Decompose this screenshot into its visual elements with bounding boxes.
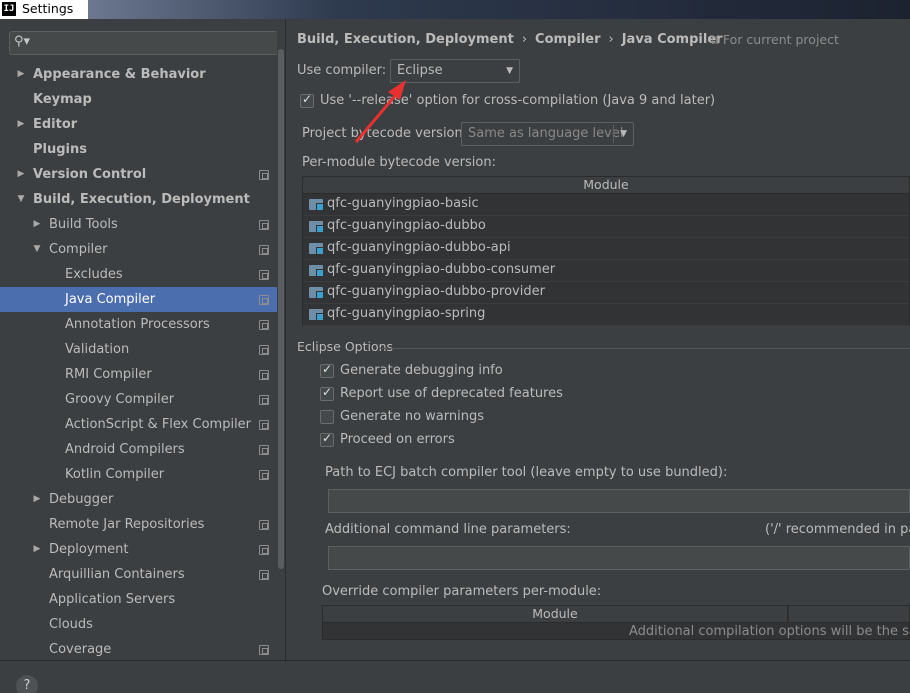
annotation-arrow-head [388, 80, 406, 100]
annotation-arrow-shaft [354, 89, 402, 143]
annotation-arrow-icon [354, 80, 406, 143]
